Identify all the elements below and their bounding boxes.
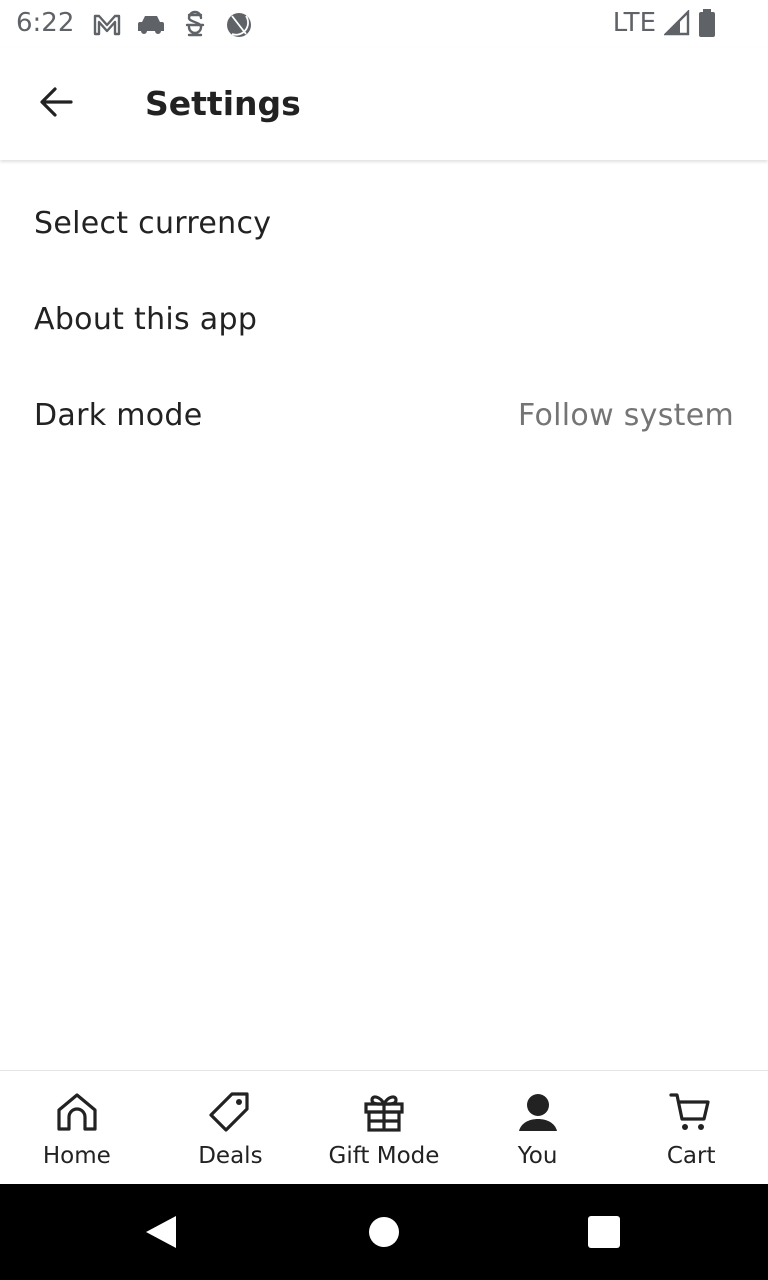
- notification-icons: [92, 10, 254, 40]
- settings-list: Select currency About this app Dark mode…: [0, 175, 768, 463]
- nav-label: Cart: [666, 1143, 716, 1169]
- nav-label: Home: [42, 1143, 111, 1169]
- system-back-icon[interactable]: [144, 1214, 178, 1254]
- setting-about-app[interactable]: About this app: [0, 271, 768, 367]
- system-recents-icon[interactable]: [588, 1216, 620, 1248]
- nav-item-cart[interactable]: Cart: [614, 1071, 768, 1185]
- setting-label: About this app: [34, 301, 258, 337]
- system-nav-bar: [0, 1184, 768, 1280]
- nav-item-deals[interactable]: Deals: [154, 1071, 308, 1185]
- home-icon: [54, 1089, 100, 1135]
- setting-value: Follow system: [518, 397, 734, 433]
- status-bar: 6:22 LTE: [0, 0, 768, 48]
- nav-label: Deals: [198, 1143, 263, 1169]
- cart-icon: [668, 1089, 714, 1135]
- page-title: Settings: [145, 84, 301, 123]
- person-icon: [515, 1089, 561, 1135]
- nav-item-gift-mode[interactable]: Gift Mode: [307, 1071, 461, 1185]
- nav-item-home[interactable]: Home: [0, 1071, 154, 1185]
- setting-label: Dark mode: [34, 397, 203, 433]
- nav-label: Gift Mode: [328, 1143, 440, 1169]
- arrow-left-icon: [37, 83, 75, 125]
- back-button[interactable]: [24, 74, 88, 134]
- car-icon: [136, 10, 166, 40]
- gmail-icon: [92, 10, 122, 40]
- basketball-icon: [224, 10, 254, 40]
- setting-label: Select currency: [34, 205, 272, 241]
- network-label: LTE: [612, 8, 656, 38]
- app-icon: [180, 10, 210, 40]
- nav-label: You: [517, 1143, 558, 1169]
- app-bar: Settings: [0, 48, 768, 160]
- status-right: LTE: [613, 8, 716, 38]
- signal-icon: [664, 10, 690, 36]
- system-home-icon[interactable]: [369, 1217, 399, 1247]
- status-time: 6:22: [16, 8, 75, 38]
- nav-item-you[interactable]: You: [461, 1071, 615, 1185]
- gift-icon: [361, 1089, 407, 1135]
- setting-select-currency[interactable]: Select currency: [0, 175, 768, 271]
- tag-icon: [207, 1089, 253, 1135]
- bottom-nav: Home Deals Gift Mode You Cart: [0, 1070, 768, 1185]
- battery-icon: [698, 9, 716, 37]
- setting-dark-mode[interactable]: Dark mode Follow system: [0, 367, 768, 463]
